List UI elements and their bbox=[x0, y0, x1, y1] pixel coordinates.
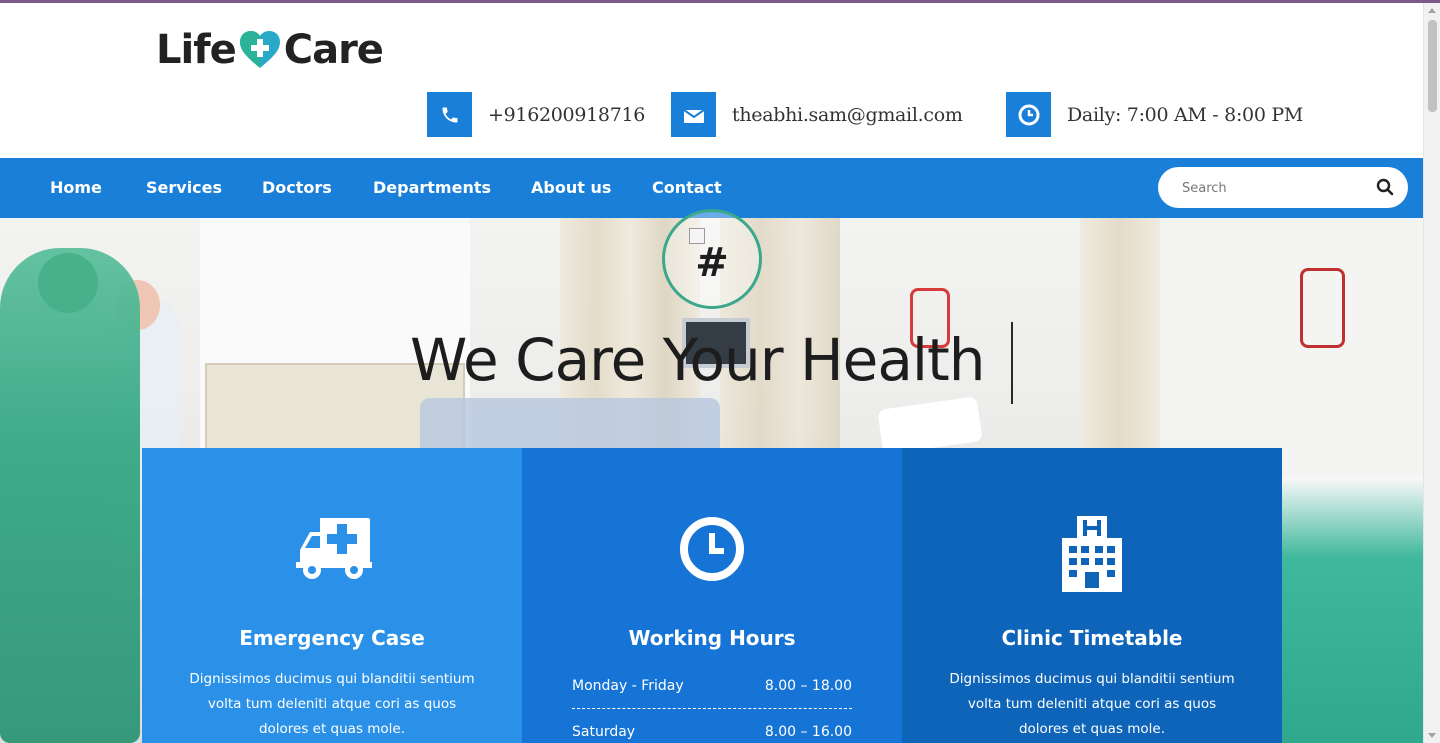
nav-item-home[interactable]: Home bbox=[50, 178, 102, 197]
avatar-alt-text: # bbox=[695, 240, 729, 286]
site-logo[interactable]: Life Care bbox=[156, 27, 384, 73]
hours-day: Monday - Friday bbox=[572, 678, 684, 694]
card-title: Clinic Timetable bbox=[1001, 626, 1183, 650]
scroll-up-icon[interactable] bbox=[1428, 8, 1436, 13]
hero-bg-bed bbox=[1280, 478, 1423, 743]
contact-phone[interactable]: +916200918716 bbox=[427, 92, 645, 137]
nav-item-services[interactable]: Services bbox=[146, 178, 222, 197]
card-clinic-timetable: Clinic Timetable Dignissimos ducimus qui… bbox=[902, 448, 1282, 743]
logo-text-life: Life bbox=[156, 27, 237, 73]
hero-bg-curtain bbox=[1080, 218, 1160, 478]
clock-icon bbox=[1006, 92, 1051, 137]
card-emergency-case: Emergency Case Dignissimos ducimus qui b… bbox=[142, 448, 522, 743]
search-input[interactable] bbox=[1182, 178, 1362, 198]
scroll-down-icon[interactable] bbox=[1428, 733, 1436, 738]
contact-phone-text: +916200918716 bbox=[488, 103, 646, 126]
ambulance-icon bbox=[142, 516, 522, 582]
scrollbar-thumb[interactable] bbox=[1428, 20, 1437, 112]
search-icon[interactable] bbox=[1376, 178, 1394, 200]
card-description: Dignissimos ducimus qui blanditii sentiu… bbox=[189, 671, 475, 737]
clock-icon bbox=[522, 516, 902, 582]
hours-row: Monday - Friday 8.00 – 18.00 bbox=[572, 678, 852, 694]
card-working-hours: Working Hours Monday - Friday 8.00 – 18.… bbox=[522, 448, 902, 743]
hero-title: We Care Your Health bbox=[410, 326, 986, 394]
heart-plus-icon bbox=[238, 30, 282, 70]
hours-row: Saturday 8.00 – 16.00 bbox=[572, 724, 852, 740]
hero-bg-doctor bbox=[0, 248, 140, 743]
hero-bg-doctor-head bbox=[38, 253, 98, 313]
logo-text-care: Care bbox=[283, 27, 384, 73]
phone-icon bbox=[427, 92, 472, 137]
hours-divider bbox=[572, 708, 852, 709]
hero-bg-pillow bbox=[877, 396, 983, 455]
search-box bbox=[1158, 167, 1408, 208]
contact-email[interactable]: theabhi.sam@gmail.com bbox=[671, 92, 963, 137]
site-header: Life Care +916200918716 theabhi.sam@gmai… bbox=[0, 3, 1423, 158]
envelope-icon bbox=[671, 92, 716, 137]
hours-time: 8.00 – 16.00 bbox=[764, 724, 852, 740]
hero-avatar: # bbox=[662, 209, 762, 309]
nav-item-about-us[interactable]: About us bbox=[531, 178, 611, 197]
hours-day: Saturday bbox=[572, 724, 636, 740]
text-cursor bbox=[1011, 322, 1013, 404]
nav-item-contact[interactable]: Contact bbox=[652, 178, 722, 197]
hours-time: 8.00 – 18.00 bbox=[764, 678, 852, 694]
hero-bg-iv-equipment bbox=[1300, 268, 1345, 348]
card-title: Emergency Case bbox=[239, 626, 425, 650]
nav-item-doctors[interactable]: Doctors bbox=[262, 178, 332, 197]
hospital-icon bbox=[902, 516, 1282, 592]
page-scrollbar[interactable] bbox=[1423, 3, 1440, 743]
contact-hours: Daily: 7:00 AM - 8:00 PM bbox=[1006, 92, 1303, 137]
contact-email-text: theabhi.sam@gmail.com bbox=[732, 103, 963, 126]
card-description: Dignissimos ducimus qui blanditii sentiu… bbox=[949, 671, 1235, 737]
contact-hours-text: Daily: 7:00 AM - 8:00 PM bbox=[1067, 103, 1304, 126]
nav-item-departments[interactable]: Departments bbox=[373, 178, 491, 197]
card-title: Working Hours bbox=[628, 626, 796, 650]
